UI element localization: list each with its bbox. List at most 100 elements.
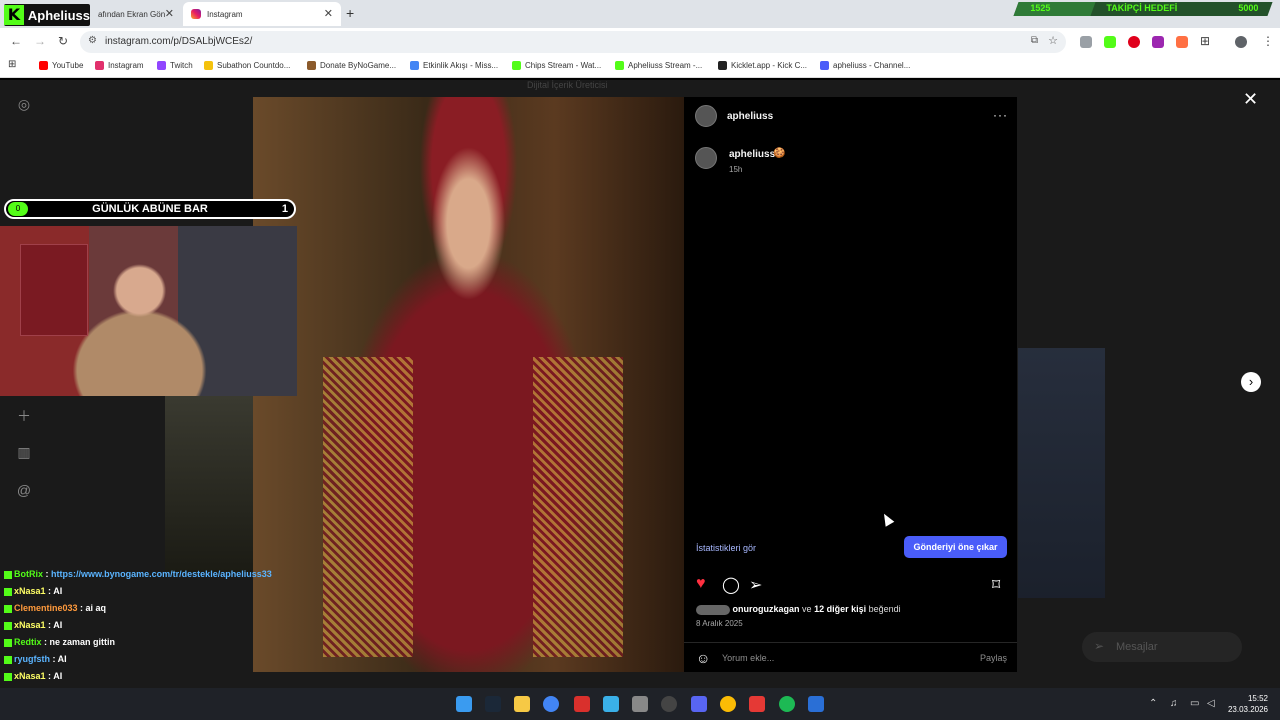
post-details-panel: apheliuss ··· apheliuss 🍪 15h İstatistik…: [684, 97, 1017, 672]
tray-chevron-icon[interactable]: ⌃: [1149, 698, 1157, 709]
bookmark-kicklet[interactable]: Kicklet.app - Kick C...: [718, 61, 807, 70]
tab-label: afından Ekran Gön: [98, 9, 166, 19]
close-icon[interactable]: ✕: [1243, 89, 1258, 110]
twitch-extension-icon[interactable]: [1152, 36, 1164, 48]
forward-icon[interactable]: →: [34, 34, 46, 48]
embroidery-left: [323, 357, 413, 657]
chat-message: AI: [53, 671, 63, 681]
liked-by-user[interactable]: onuroguzkagan: [733, 604, 800, 614]
site-info-icon[interactable]: ⚙: [88, 35, 97, 46]
follower-goal-current: 1525: [1030, 3, 1051, 13]
chat-badge-icon: [4, 570, 12, 579]
threads-icon[interactable]: @: [16, 482, 32, 498]
pin-app-icon[interactable]: [749, 696, 765, 712]
clock-date: 23.03.2026: [1227, 705, 1268, 714]
bookmark-bynogame[interactable]: Donate ByNoGame...: [307, 61, 396, 70]
likes-summary[interactable]: onuroguzkagan ve 12 diğer kişi beğendi: [696, 604, 901, 615]
follower-goal-target: 5000: [1238, 3, 1259, 13]
share-send-icon[interactable]: ➢: [749, 575, 762, 595]
volume-icon[interactable]: ◁: [1207, 698, 1215, 709]
install-app-icon[interactable]: ⧉: [1031, 35, 1038, 46]
twitch-icon: [157, 61, 166, 70]
system-clock[interactable]: 15:52 23.03.2026: [1226, 693, 1268, 715]
profile-avatar[interactable]: [1235, 36, 1247, 48]
bookmark-instagram[interactable]: Instagram: [95, 61, 144, 70]
subathon-icon: [204, 61, 213, 70]
author-avatar[interactable]: [695, 105, 717, 127]
chrome-icon[interactable]: [543, 696, 559, 712]
stream-app-icon[interactable]: [574, 696, 590, 712]
chat-username[interactable]: xNasa1: [14, 586, 46, 596]
shield-extension-icon[interactable]: [1080, 36, 1092, 48]
chat-username[interactable]: xNasa1: [14, 671, 46, 681]
chat-username[interactable]: Clementine033: [14, 603, 78, 613]
bookmark-etkinlik[interactable]: Etkinlik Akışı - Miss...: [410, 61, 498, 70]
color-extension-icon[interactable]: [1176, 36, 1188, 48]
discord-icon[interactable]: [691, 696, 707, 712]
bookmark-apheliuss-channel[interactable]: apheliuss - Channel...: [820, 61, 910, 70]
kick-extension-icon[interactable]: [1104, 36, 1116, 48]
comment-input[interactable]: Yorum ekle...: [722, 653, 774, 663]
microphone-icon[interactable]: ♫: [1170, 698, 1178, 709]
photos-app-icon[interactable]: [808, 696, 824, 712]
chrome-active-icon[interactable]: [720, 696, 736, 712]
windows-taskbar: ⌃ ♫ ▭ ◁ 15:52 23.03.2026: [0, 688, 1280, 720]
like-heart-icon[interactable]: ♥: [696, 575, 706, 593]
post-comment-button[interactable]: Paylaş: [980, 653, 1007, 663]
chat-username[interactable]: Redtix: [14, 637, 42, 647]
reload-icon[interactable]: ↻: [58, 34, 68, 48]
boost-post-button[interactable]: Gönderiyi öne çıkar: [904, 536, 1007, 558]
emoji-picker-icon[interactable]: ☺: [696, 650, 710, 666]
file-explorer-icon[interactable]: [514, 696, 530, 712]
extensions-puzzle-icon[interactable]: ⊞: [1200, 34, 1210, 48]
apps-grid-icon[interactable]: ⊞: [8, 59, 16, 70]
back-icon[interactable]: ←: [10, 34, 22, 48]
browser-menu-icon[interactable]: ⋮: [1262, 34, 1274, 48]
instagram-logo-icon[interactable]: ◎: [16, 96, 32, 112]
daily-sub-bar: 0 GÜNLÜK ABÜNE BAR 1: [4, 199, 296, 219]
bookmark-twitch[interactable]: Twitch: [157, 61, 193, 70]
bookmark-subathon[interactable]: Subathon Countdo...: [204, 61, 290, 70]
bookmark-apheliuss-stream[interactable]: Apheliuss Stream -...: [615, 61, 702, 70]
liker-avatars: [696, 604, 730, 615]
opera-extension-icon[interactable]: [1128, 36, 1140, 48]
game-app-icon[interactable]: [632, 696, 648, 712]
close-icon[interactable]: ✕: [324, 7, 333, 20]
messages-button[interactable]: ➢ Mesajlar: [1082, 632, 1242, 662]
close-icon[interactable]: ✕: [165, 7, 174, 20]
save-bookmark-icon[interactable]: ⌑: [992, 575, 1000, 595]
bookmark-youtube[interactable]: YouTube: [39, 61, 83, 70]
bynogame-icon: [307, 61, 316, 70]
liked-by-others[interactable]: 12 diğer kişi: [814, 604, 866, 614]
instagram-favicon-icon: [191, 9, 201, 19]
post-author-username[interactable]: apheliuss: [727, 111, 773, 122]
spotify-icon[interactable]: [779, 696, 795, 712]
caption-avatar[interactable]: [695, 147, 717, 169]
tab-instagram[interactable]: Instagram ✕: [183, 2, 341, 26]
insights-icon[interactable]: ▥: [16, 444, 32, 460]
chat-username[interactable]: xNasa1: [14, 620, 46, 630]
caption-username[interactable]: apheliuss: [729, 149, 775, 160]
embroidery-right: [533, 357, 623, 657]
view-insights-link[interactable]: İstatistikleri gör: [696, 543, 756, 553]
caption-emoji: 🍪: [773, 148, 786, 159]
obs-icon[interactable]: [661, 696, 677, 712]
steam-icon[interactable]: [485, 696, 501, 712]
network-icon[interactable]: ▭: [1190, 698, 1199, 709]
chat-username[interactable]: ryugfsth: [14, 654, 50, 664]
chat-line: xNasa1 : AI: [4, 586, 62, 596]
chat-badge-icon: [4, 587, 12, 596]
comment-icon[interactable]: ◯: [722, 575, 740, 595]
tab-screenshot[interactable]: afından Ekran Gön ✕: [90, 2, 182, 26]
snip-tool-icon[interactable]: [603, 696, 619, 712]
post-image[interactable]: [253, 97, 684, 672]
bookmark-chips-stream[interactable]: Chips Stream - Wat...: [512, 61, 601, 70]
url-field[interactable]: ⚙ instagram.com/p/DSALbjWCEs2/ ⧉ ☆: [80, 31, 1066, 53]
create-plus-icon[interactable]: ＋: [16, 406, 32, 424]
new-tab-button[interactable]: +: [346, 5, 354, 21]
more-options-icon[interactable]: ···: [993, 108, 1008, 122]
start-windows-icon[interactable]: [456, 696, 472, 712]
chat-username[interactable]: BotRix: [14, 569, 43, 579]
bookmark-star-icon[interactable]: ☆: [1048, 34, 1058, 47]
next-post-chevron-icon[interactable]: ›: [1241, 372, 1261, 392]
